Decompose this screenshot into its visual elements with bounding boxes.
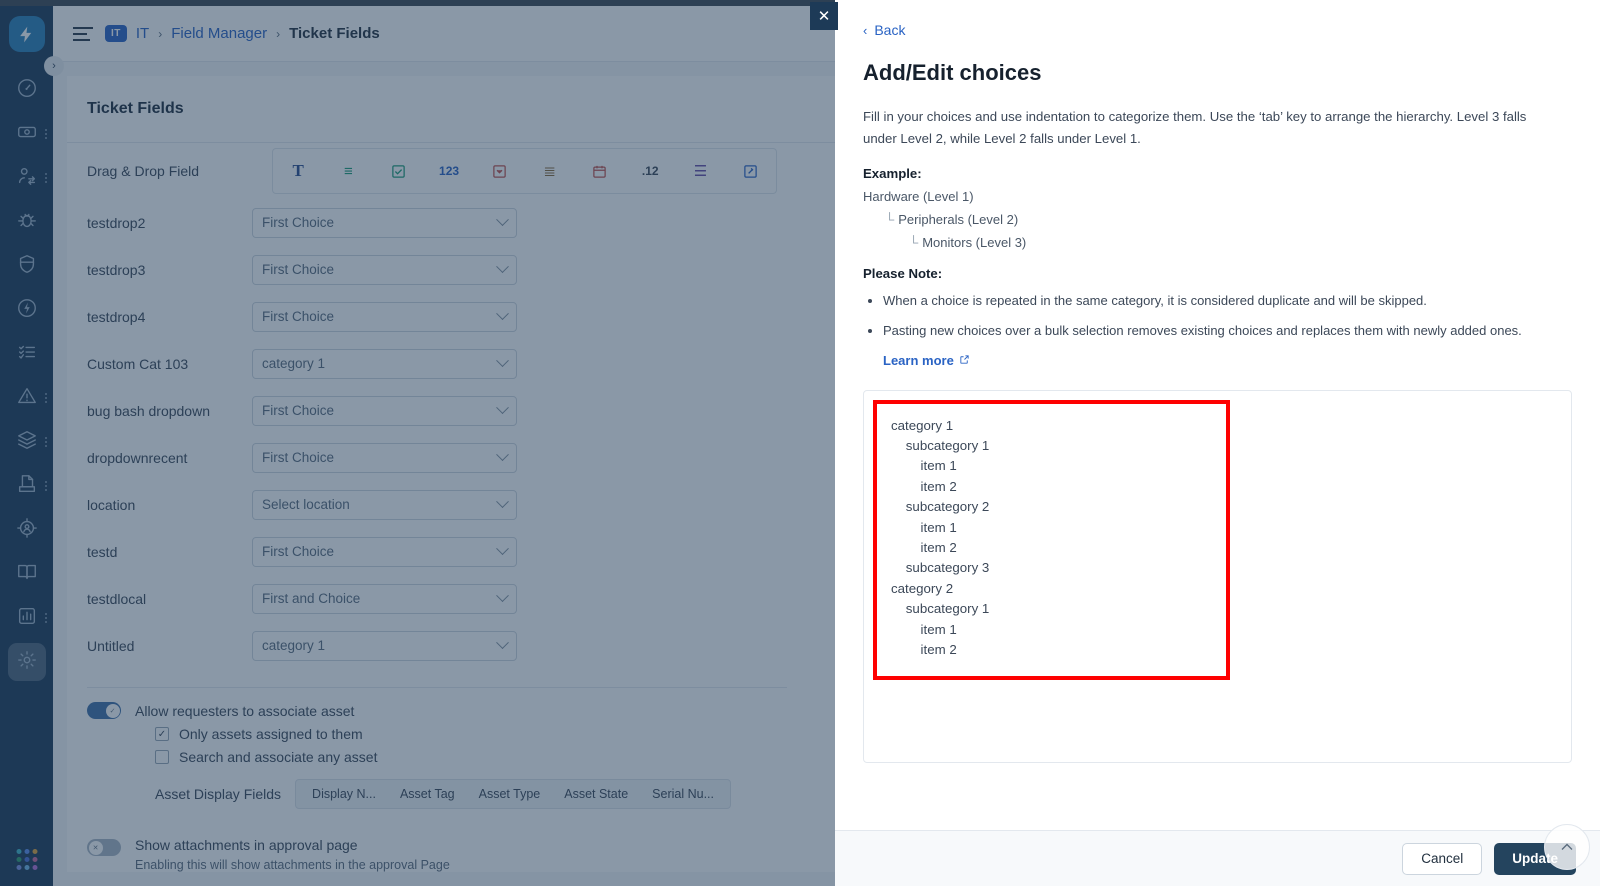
choice-line[interactable]: item 1 — [891, 456, 1212, 476]
please-note-label: Please Note: — [863, 265, 943, 281]
panel-description: Fill in your choices and use indentation… — [863, 109, 1527, 146]
example-line-text: Monitors (Level 3) — [922, 234, 1027, 250]
panel-footer: Cancel Update — [835, 824, 1600, 886]
modal-dim-overlay — [0, 0, 835, 886]
notes-list: When a choice is repeated in the same ca… — [883, 291, 1572, 341]
choice-line[interactable]: item 2 — [891, 640, 1212, 660]
choice-line[interactable]: category 2 — [891, 579, 1212, 599]
choice-line[interactable]: category 1 — [891, 416, 1212, 436]
note-item: When a choice is repeated in the same ca… — [883, 291, 1572, 311]
choice-line[interactable]: subcategory 2 — [891, 497, 1212, 517]
close-icon[interactable]: ✕ — [810, 2, 838, 30]
choice-line[interactable]: subcategory 3 — [891, 558, 1212, 578]
chevron-up-icon[interactable] — [1544, 824, 1590, 870]
choice-line[interactable]: item 1 — [891, 518, 1212, 538]
example-line: Hardware (Level 1) — [863, 189, 1572, 204]
tree-elbow-icon: └ — [909, 234, 919, 250]
chevron-left-icon: ‹ — [863, 22, 868, 38]
note-item: Pasting new choices over a bulk selectio… — [883, 321, 1572, 341]
add-edit-choices-panel: ‹ Back Add/Edit choices Fill in your cho… — [835, 0, 1600, 886]
example-line: └ Monitors (Level 3) — [863, 235, 1572, 250]
external-link-icon — [959, 353, 970, 368]
panel-title: Add/Edit choices — [863, 60, 1042, 85]
choice-line[interactable]: subcategory 1 — [891, 599, 1212, 619]
example-line: └ Peripherals (Level 2) — [863, 212, 1572, 227]
example-line-text: Hardware (Level 1) — [863, 188, 974, 204]
choices-container: category 1 subcategory 1 item 1 item 2 s… — [863, 389, 1572, 763]
learn-more-link[interactable]: Learn more — [883, 353, 970, 368]
back-button[interactable]: ‹ Back — [863, 22, 1572, 38]
back-label: Back — [874, 22, 906, 38]
learn-more-label: Learn more — [883, 352, 954, 368]
example-label: Example: — [863, 165, 922, 181]
choices-textarea[interactable]: category 1 subcategory 1 item 1 item 2 s… — [873, 399, 1230, 680]
choice-line[interactable]: item 1 — [891, 620, 1212, 640]
example-line-text: Peripherals (Level 2) — [898, 211, 1019, 227]
tree-elbow-icon: └ — [885, 211, 895, 227]
choice-line[interactable]: item 2 — [891, 477, 1212, 497]
choice-line[interactable]: subcategory 1 — [891, 436, 1212, 456]
choice-line[interactable]: item 2 — [891, 538, 1212, 558]
cancel-button[interactable]: Cancel — [1402, 842, 1483, 875]
